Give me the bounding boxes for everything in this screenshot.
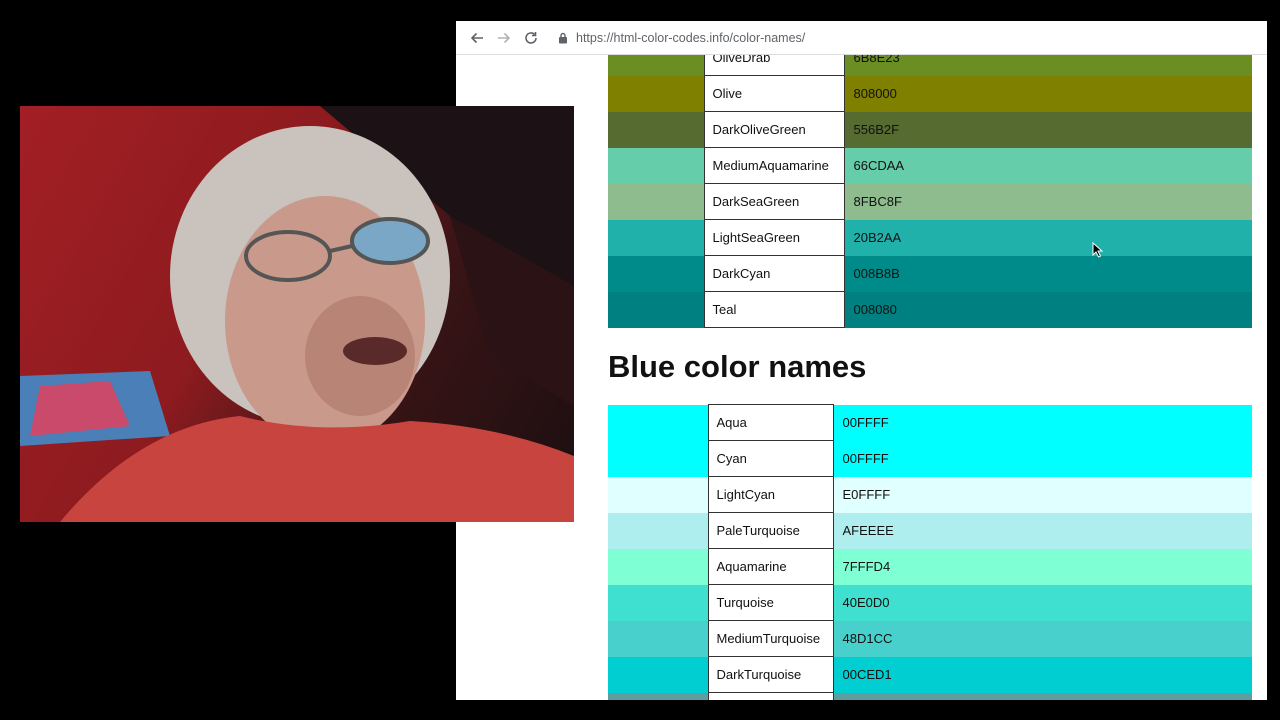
arrow-left-icon <box>470 32 483 44</box>
presenter-video-image <box>20 106 574 522</box>
color-swatch <box>608 693 708 701</box>
green-color-row: MediumAquamarine 66CDAA <box>608 147 1252 184</box>
blue-color-row: CadetBlue5F9EA0 <box>608 692 1252 701</box>
forward-button[interactable] <box>494 28 514 48</box>
color-name: DarkSeaGreen <box>703 183 845 220</box>
color-hex-code: AFEEEE <box>842 523 894 538</box>
color-hex-code: 00CED1 <box>842 667 892 682</box>
green-color-row: LightSeaGreen 20B2AA <box>608 219 1252 256</box>
browser-window: https://html-color-codes.info/color-name… <box>456 21 1267 700</box>
color-hex-code: E0FFFF <box>842 487 891 502</box>
color-hex-code: 556B2F <box>853 122 900 137</box>
color-swatch <box>608 220 704 256</box>
blue-color-row: DarkTurquoise 00CED1 <box>608 656 1252 693</box>
blue-color-row: MediumTurquoise 48D1CC <box>608 620 1252 657</box>
color-name: Teal <box>703 291 845 328</box>
color-swatch <box>608 621 708 657</box>
blue-color-row: PaleTurquoise AFEEEE <box>608 512 1252 549</box>
lock-icon <box>559 32 567 44</box>
color-name: Aqua <box>707 404 834 441</box>
url-text: https://html-color-codes.info/color-name… <box>576 31 806 45</box>
back-button[interactable] <box>467 28 487 48</box>
content-column: OliveDrab 6B8E23 Olive 808000 DarkOliveGreen… <box>608 55 1252 700</box>
color-name: CadetBlue <box>707 692 834 700</box>
blue-colors-table: Aqua 00FFFF Cyan 00FFFF LightCyan E0FFFF PaleT… <box>608 404 1252 700</box>
color-swatch <box>608 513 708 549</box>
color-name: PaleTurquoise <box>707 512 834 549</box>
color-name: DarkTurquoise <box>707 656 834 693</box>
color-hex-code: 7FFFD4 <box>842 559 891 574</box>
blue-color-row: Cyan 00FFFF <box>608 440 1252 477</box>
color-name: Cyan <box>707 440 834 477</box>
color-name: Aquamarine <box>707 548 834 585</box>
color-hex-code: 008080 <box>853 302 897 317</box>
color-hex-code: 808000 <box>853 86 897 101</box>
green-colors-table: OliveDrab 6B8E23 Olive 808000 DarkOliveGreen… <box>608 55 1252 328</box>
reload-button[interactable] <box>521 28 541 48</box>
color-name: MediumTurquoise <box>707 620 834 657</box>
color-swatch <box>608 112 704 148</box>
color-swatch <box>608 148 704 184</box>
color-swatch <box>608 549 708 585</box>
color-hex-code: 20B2AA <box>853 230 902 245</box>
color-swatch <box>608 76 704 112</box>
color-hex-code: 00FFFF <box>842 451 889 466</box>
mouse-cursor-icon <box>1092 242 1104 258</box>
color-swatch <box>608 55 704 76</box>
green-color-row: Teal 008080 <box>608 291 1252 328</box>
color-swatch <box>608 184 704 220</box>
blue-color-row: LightCyan E0FFFF <box>608 476 1252 513</box>
color-hex-code: 40E0D0 <box>842 595 890 610</box>
color-hex-code: 48D1CC <box>842 631 893 646</box>
color-name: LightCyan <box>707 476 834 513</box>
color-swatch <box>608 477 708 513</box>
color-name: LightSeaGreen <box>703 219 845 256</box>
green-color-row: DarkSeaGreen 8FBC8F <box>608 183 1252 220</box>
address-bar[interactable]: https://html-color-codes.info/color-name… <box>550 26 1267 50</box>
blue-color-row: Turquoise 40E0D0 <box>608 584 1252 621</box>
blue-color-row: Aqua 00FFFF <box>608 404 1252 441</box>
section-heading-blue: Blue color names <box>608 349 867 384</box>
color-swatch <box>608 441 708 477</box>
color-hex-code: 8FBC8F <box>853 194 902 209</box>
browser-toolbar: https://html-color-codes.info/color-name… <box>456 21 1267 55</box>
color-hex-code: 5F9EA0 <box>833 693 1252 701</box>
reload-icon <box>525 32 537 44</box>
color-hex-code: 008B8B <box>853 266 900 281</box>
green-color-row: DarkCyan 008B8B <box>608 255 1252 292</box>
page-content[interactable]: OliveDrab 6B8E23 Olive 808000 DarkOliveGreen… <box>456 55 1267 700</box>
color-hex-code: 6B8E23 <box>853 55 900 65</box>
color-swatch <box>608 256 704 292</box>
color-name: DarkOliveGreen <box>703 111 845 148</box>
color-name: Turquoise <box>707 584 834 621</box>
color-swatch <box>608 405 708 441</box>
color-hex-code: 00FFFF <box>842 415 889 430</box>
green-color-row: OliveDrab 6B8E23 <box>608 55 1252 76</box>
color-name: Olive <box>703 75 845 112</box>
arrow-right-icon <box>498 32 511 44</box>
blue-color-row: Aquamarine 7FFFD4 <box>608 548 1252 585</box>
color-name: DarkCyan <box>703 255 845 292</box>
color-hex-code: 66CDAA <box>853 158 905 173</box>
green-color-row: DarkOliveGreen 556B2F <box>608 111 1252 148</box>
color-name: MediumAquamarine <box>703 147 845 184</box>
webcam-video-overlay <box>20 106 574 522</box>
color-name: OliveDrab <box>703 55 845 76</box>
color-swatch <box>608 657 708 693</box>
color-swatch <box>608 585 708 621</box>
green-color-row: Olive 808000 <box>608 75 1252 112</box>
color-swatch <box>608 292 704 328</box>
